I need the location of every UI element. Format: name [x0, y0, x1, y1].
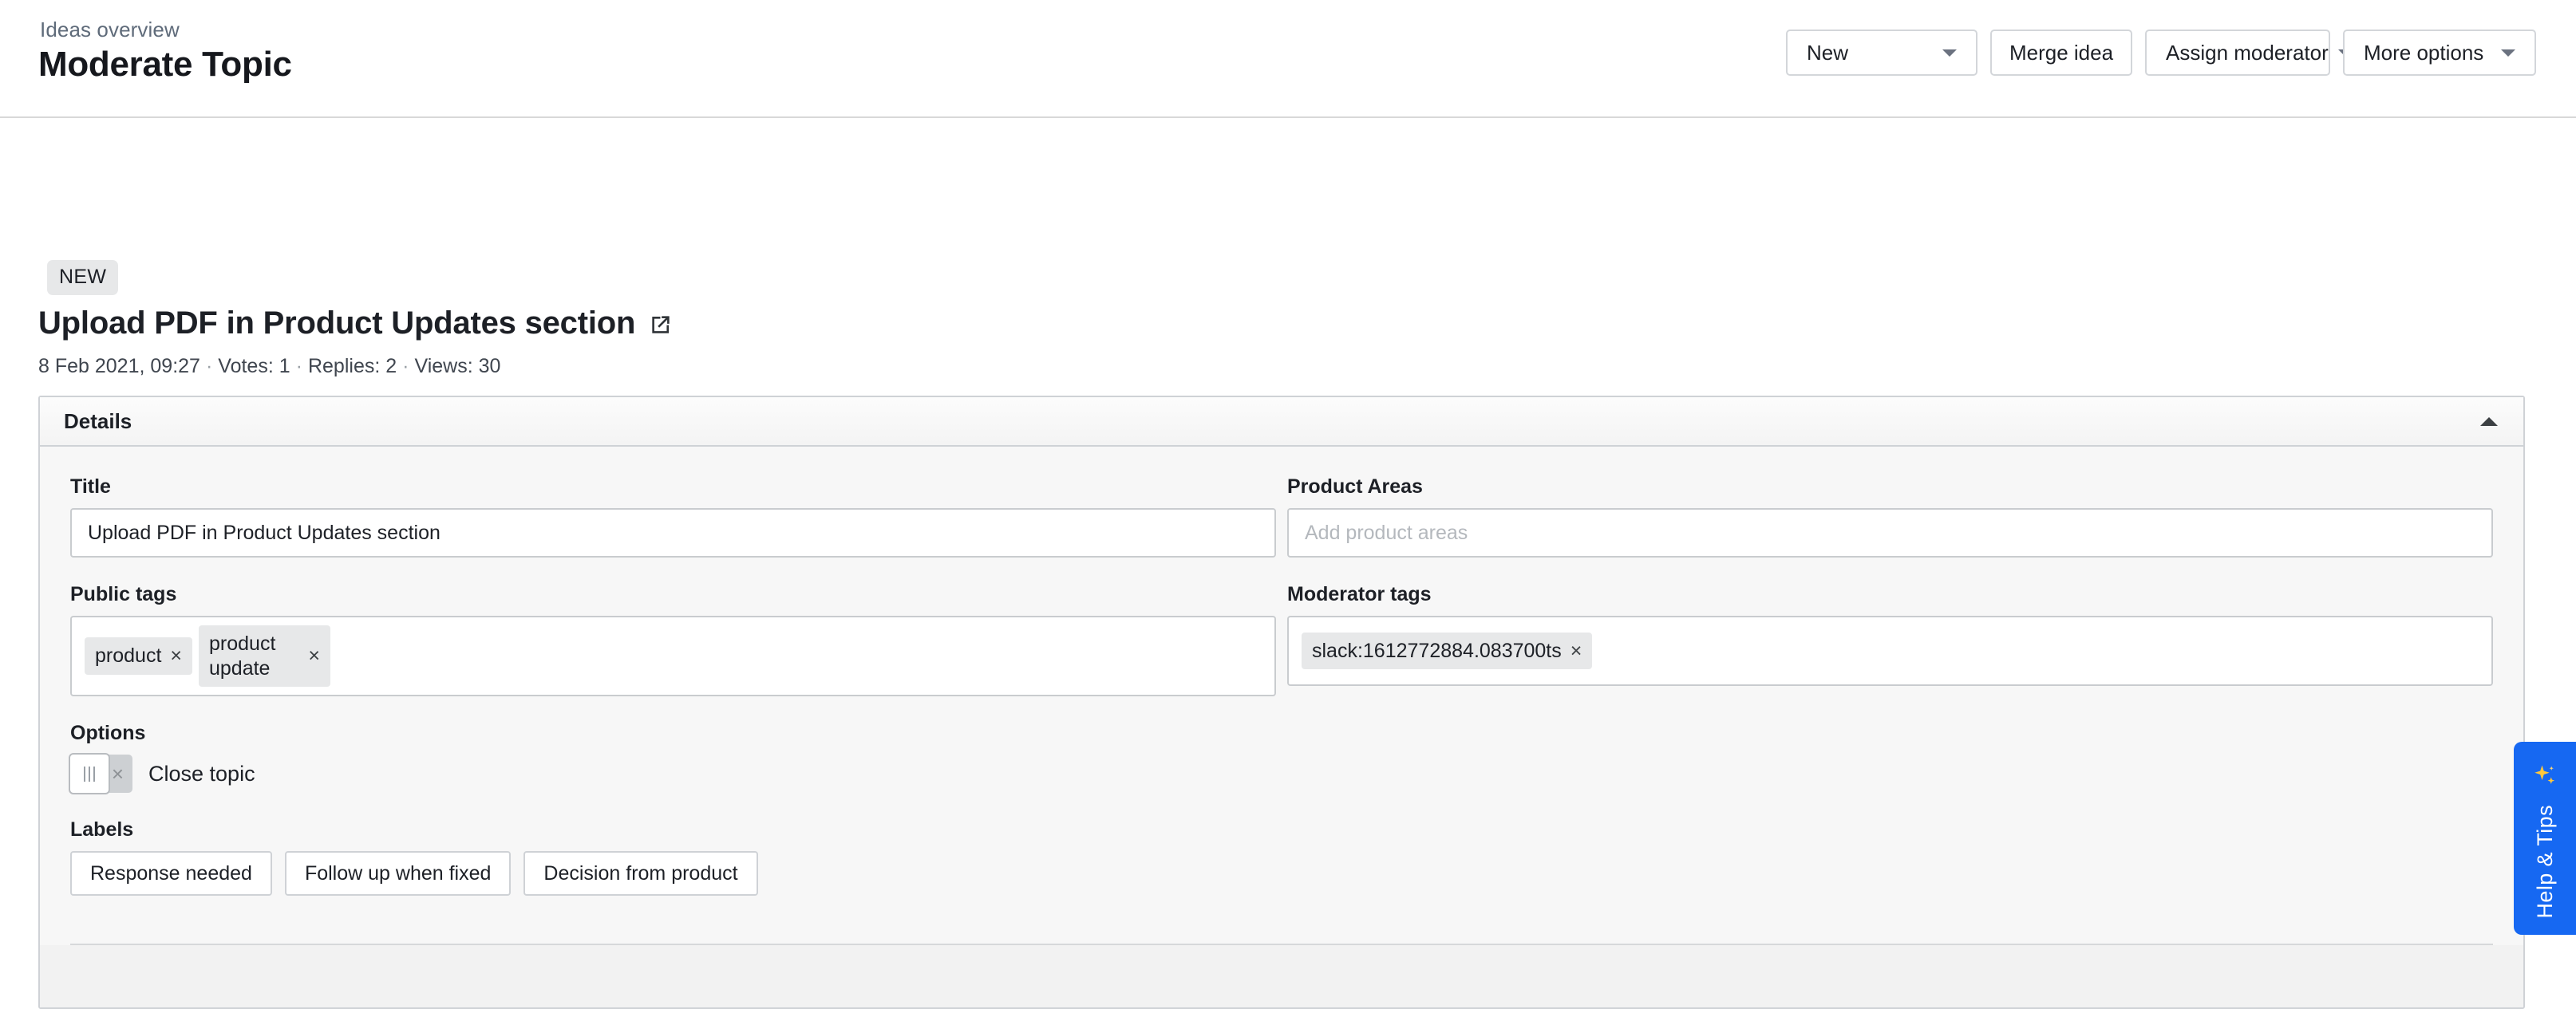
tag-chip[interactable]: product update ×	[199, 625, 330, 687]
status-badge: NEW	[47, 260, 119, 295]
product-areas-placeholder: Add product areas	[1305, 521, 1468, 544]
label-button-text: Follow up when fixed	[304, 861, 492, 885]
tag-chip-label: product update	[209, 633, 276, 680]
toggle-knob-handle[interactable]	[69, 753, 110, 794]
labels-group: Labels Response needed Follow up when fi…	[70, 818, 2493, 896]
moderator-tags-group: Moderator tags slack:1612772884.083700ts…	[1287, 583, 2493, 696]
meta-separator: ·	[295, 355, 302, 377]
merge-idea-label: Merge idea	[2009, 40, 2114, 65]
details-panel-title: Details	[64, 408, 132, 433]
topic-date: 8 Feb 2021, 09:27	[38, 355, 200, 377]
title-input-value: Upload PDF in Product Updates section	[88, 521, 441, 544]
grip-icon	[89, 766, 90, 782]
public-tags-label: Public tags	[70, 583, 177, 605]
labels-button-group: Response needed Follow up when fixed Dec…	[70, 851, 2493, 896]
external-link-icon[interactable]	[649, 313, 673, 337]
help-and-tips-label: Help & Tips	[2532, 805, 2557, 919]
top-header-bar: Ideas overview Moderate Topic New Merge …	[0, 0, 2576, 118]
fields-row-1: Title Upload PDF in Product Updates sect…	[70, 475, 2493, 558]
sparkle-icon	[2531, 763, 2558, 794]
title-input[interactable]: Upload PDF in Product Updates section	[70, 508, 1276, 558]
public-tags-group: Public tags product × product update ×	[70, 583, 1276, 696]
public-tags-input[interactable]: product × product update ×	[70, 616, 1276, 696]
assign-moderator-dropdown-button[interactable]: Assign moderator	[2145, 30, 2351, 76]
close-icon[interactable]: ×	[308, 644, 320, 668]
product-areas-input[interactable]: Add product areas	[1287, 508, 2493, 558]
header-actions: New Merge idea Assign moderator More opt…	[1786, 30, 2536, 76]
chevron-down-icon	[2501, 49, 2515, 57]
topic-replies: Replies: 2	[307, 355, 397, 377]
topic-meta: 8 Feb 2021, 09:27 · Votes: 1 · Replies: 2 · Vi…	[38, 355, 500, 378]
close-topic-row: × Close topic	[69, 753, 2493, 794]
tag-chip-label: slack:1612772884.083700ts	[1312, 639, 1562, 662]
close-topic-toggle[interactable]: ×	[69, 753, 132, 794]
page-title: Moderate Topic	[38, 45, 292, 84]
topic-title: Upload PDF in Product Updates section	[38, 305, 673, 341]
options-label: Options	[70, 722, 146, 744]
meta-separator: ·	[402, 355, 409, 377]
panel-footer	[40, 945, 2523, 1007]
meta-separator: ·	[205, 355, 213, 377]
close-icon[interactable]: ×	[170, 644, 182, 668]
title-field-group: Title Upload PDF in Product Updates sect…	[70, 475, 1276, 558]
moderator-tags-label: Moderator tags	[1287, 583, 1432, 605]
topic-views: Views: 30	[414, 355, 501, 377]
more-options-label: More options	[2364, 40, 2484, 65]
options-group: Options × Close topic	[69, 722, 2493, 794]
toggle-off-icon: ×	[111, 762, 124, 786]
new-dropdown-label: New	[1807, 40, 1849, 65]
product-areas-field-group: Product Areas Add product areas	[1287, 475, 2493, 558]
label-button-text: Response needed	[90, 861, 252, 885]
chevron-up-icon[interactable]	[2480, 416, 2498, 426]
close-icon[interactable]: ×	[1570, 639, 1582, 664]
details-panel: Details Title Upload PDF in Product Upda…	[38, 396, 2525, 1009]
details-panel-header[interactable]: Details	[40, 397, 2523, 447]
help-and-tips-tab[interactable]: Help & Tips	[2514, 742, 2576, 935]
assign-moderator-label: Assign moderator	[2166, 40, 2329, 65]
label-button-decision-from-product[interactable]: Decision from product	[523, 851, 758, 896]
new-dropdown-button[interactable]: New	[1786, 30, 1977, 76]
details-panel-body: Title Upload PDF in Product Updates sect…	[40, 447, 2523, 945]
tag-chip[interactable]: slack:1612772884.083700ts ×	[1302, 632, 1593, 670]
fields-row-2: Public tags product × product update × M…	[70, 583, 2493, 696]
tag-chip-label: product	[95, 644, 162, 668]
chevron-down-icon	[1942, 49, 1957, 57]
grip-icon	[84, 766, 85, 782]
grip-icon	[93, 766, 95, 782]
topic-votes: Votes: 1	[218, 355, 290, 377]
close-topic-label: Close topic	[148, 761, 255, 786]
merge-idea-button[interactable]: Merge idea	[1990, 30, 2132, 76]
tag-chip[interactable]: product ×	[85, 637, 192, 675]
more-options-dropdown-button[interactable]: More options	[2343, 30, 2536, 76]
title-field-label: Title	[70, 475, 111, 498]
topic-title-text: Upload PDF in Product Updates section	[38, 305, 636, 341]
moderator-tags-input[interactable]: slack:1612772884.083700ts ×	[1287, 616, 2493, 686]
product-areas-field-label: Product Areas	[1287, 475, 1423, 498]
label-button-text: Decision from product	[543, 861, 738, 885]
label-button-response-needed[interactable]: Response needed	[70, 851, 272, 896]
labels-label: Labels	[70, 818, 134, 841]
label-button-follow-up-when-fixed[interactable]: Follow up when fixed	[284, 851, 512, 896]
breadcrumb[interactable]: Ideas overview	[40, 18, 180, 42]
